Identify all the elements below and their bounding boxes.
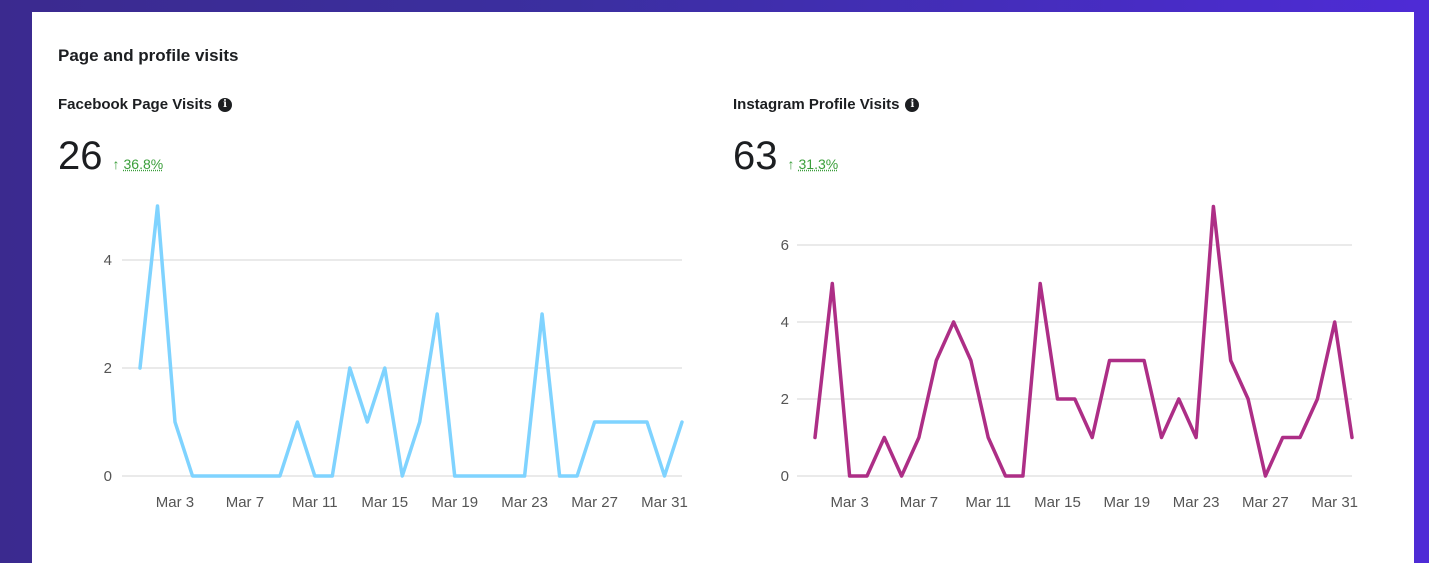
x-tick-label: Mar 15 xyxy=(1034,494,1081,511)
y-tick-label: 4 xyxy=(104,252,112,269)
x-tick-label: Mar 23 xyxy=(1173,494,1220,511)
facebook-series-line xyxy=(138,204,684,478)
x-tick-label: Mar 31 xyxy=(1311,494,1358,511)
x-tick-label: Mar 27 xyxy=(1242,494,1289,511)
y-tick-label: 2 xyxy=(781,391,789,408)
x-tick-label: Mar 11 xyxy=(292,494,338,511)
x-tick-label: Mar 11 xyxy=(965,494,1011,511)
x-tick-label: Mar 15 xyxy=(361,494,408,511)
x-tick-label: Mar 7 xyxy=(900,494,938,511)
x-tick-label: Mar 19 xyxy=(1103,494,1150,511)
x-tick-label: Mar 3 xyxy=(156,494,194,511)
x-tick-label: Mar 31 xyxy=(641,494,688,511)
x-tick-label: Mar 19 xyxy=(431,494,478,511)
x-tick-label: Mar 27 xyxy=(571,494,618,511)
page-and-profile-visits-card: Page and profile visits Facebook Page Vi… xyxy=(32,12,1414,563)
x-tick-label: Mar 7 xyxy=(226,494,264,511)
y-tick-label: 6 xyxy=(781,237,789,254)
x-tick-label: Mar 3 xyxy=(830,494,868,511)
instagram-visits-chart: 0 2 4 6 Mar 3 Mar 7 Mar 11 Mar 15 Mar 19 Mar 23 Ma… xyxy=(781,204,1358,511)
facebook-panel: Facebook Page Visits i 26 ↑ 36.8% 0 2 4 Mar… xyxy=(32,12,692,563)
instagram-series-line xyxy=(813,204,1354,478)
y-tick-label: 4 xyxy=(781,314,789,331)
instagram-panel: Instagram Profile Visits i 63 ↑ 31.3% 02… xyxy=(707,12,1367,563)
y-tick-label: 0 xyxy=(781,468,789,485)
y-tick-label: 0 xyxy=(104,468,112,485)
x-tick-label: Mar 23 xyxy=(501,494,548,511)
facebook-visits-chart: 0 2 4 Mar 3 Mar 7 Mar 11 Mar 15 Mar 19 Mar 23 Mar… xyxy=(104,204,688,511)
y-tick-label: 2 xyxy=(104,360,112,377)
